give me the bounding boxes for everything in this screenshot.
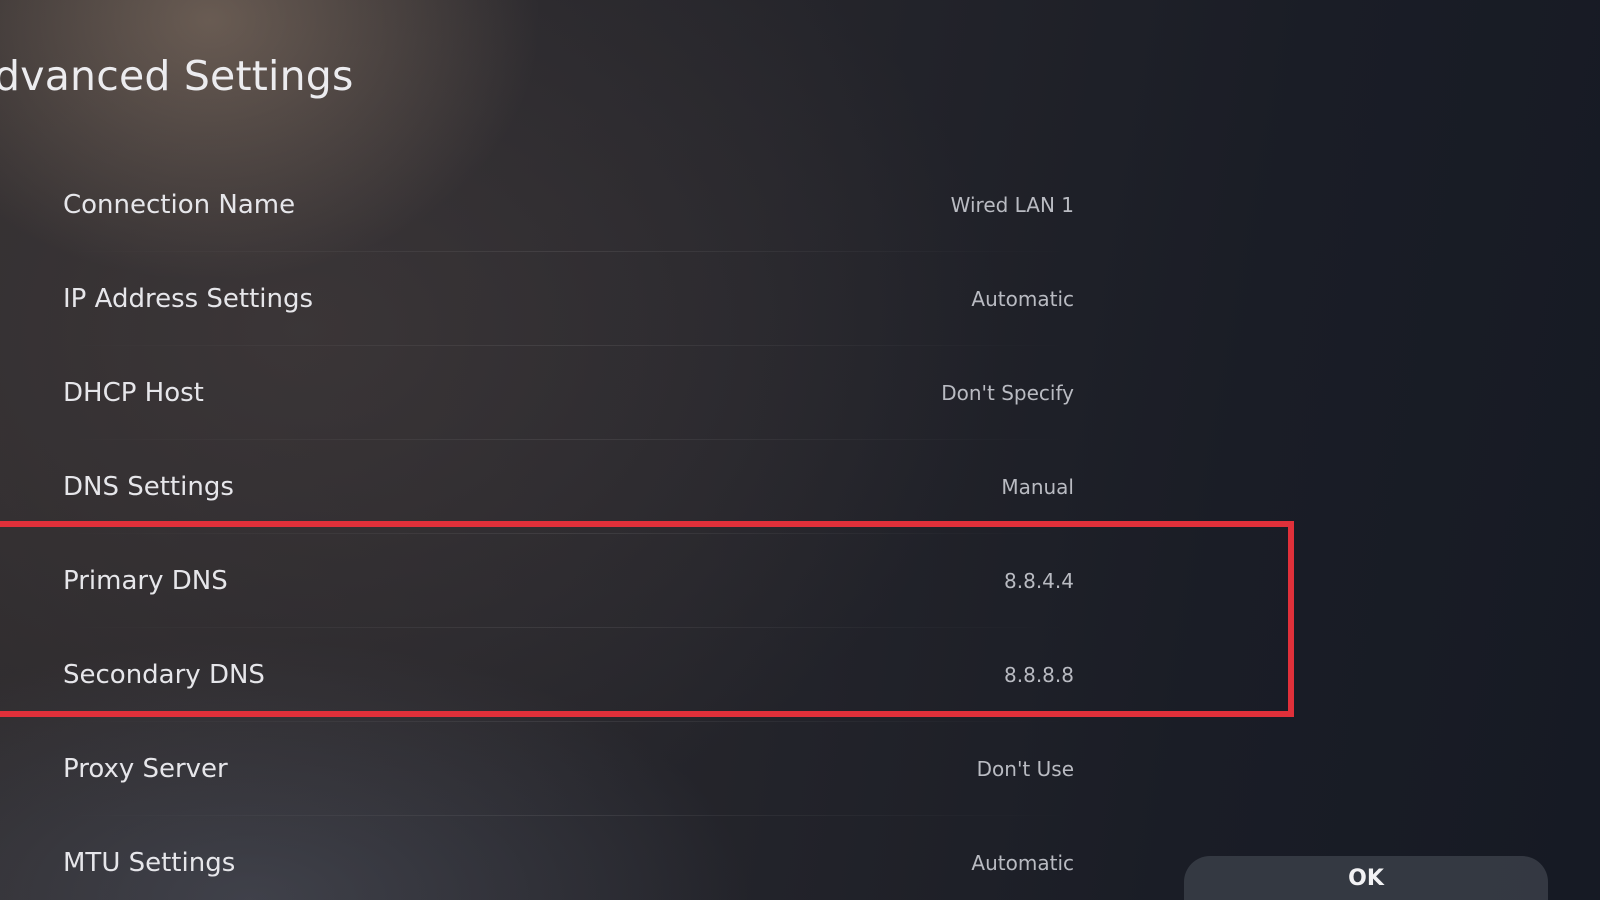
- setting-label: Connection Name: [63, 190, 296, 220]
- setting-value: 8.8.8.8: [1004, 663, 1074, 687]
- setting-value: Don't Use: [976, 757, 1074, 781]
- setting-value: Manual: [1001, 475, 1074, 499]
- setting-value: Don't Specify: [941, 381, 1074, 405]
- setting-label: Secondary DNS: [63, 660, 265, 690]
- setting-row-dhcp-host[interactable]: DHCP Host Don't Specify: [0, 346, 1090, 440]
- setting-row-mtu-settings[interactable]: MTU Settings Automatic: [0, 816, 1090, 900]
- setting-row-connection-name[interactable]: Connection Name Wired LAN 1: [0, 158, 1090, 252]
- page-title: dvanced Settings: [0, 52, 354, 100]
- setting-value: Wired LAN 1: [950, 193, 1074, 217]
- setting-value: Automatic: [971, 287, 1074, 311]
- setting-value: Automatic: [971, 851, 1074, 875]
- settings-list: Connection Name Wired LAN 1 IP Address S…: [0, 158, 1090, 900]
- setting-row-primary-dns[interactable]: Primary DNS 8.8.4.4: [0, 534, 1090, 628]
- setting-label: DNS Settings: [63, 472, 234, 502]
- setting-label: Proxy Server: [63, 754, 228, 784]
- setting-row-ip-address-settings[interactable]: IP Address Settings Automatic: [0, 252, 1090, 346]
- setting-label: DHCP Host: [63, 378, 204, 408]
- setting-label: IP Address Settings: [63, 284, 314, 314]
- setting-row-secondary-dns[interactable]: Secondary DNS 8.8.8.8: [0, 628, 1090, 722]
- setting-row-proxy-server[interactable]: Proxy Server Don't Use: [0, 722, 1090, 816]
- setting-label: Primary DNS: [63, 566, 228, 596]
- setting-value: 8.8.4.4: [1004, 569, 1074, 593]
- setting-row-dns-settings[interactable]: DNS Settings Manual: [0, 440, 1090, 534]
- ok-button[interactable]: OK: [1184, 856, 1548, 900]
- setting-label: MTU Settings: [63, 848, 236, 878]
